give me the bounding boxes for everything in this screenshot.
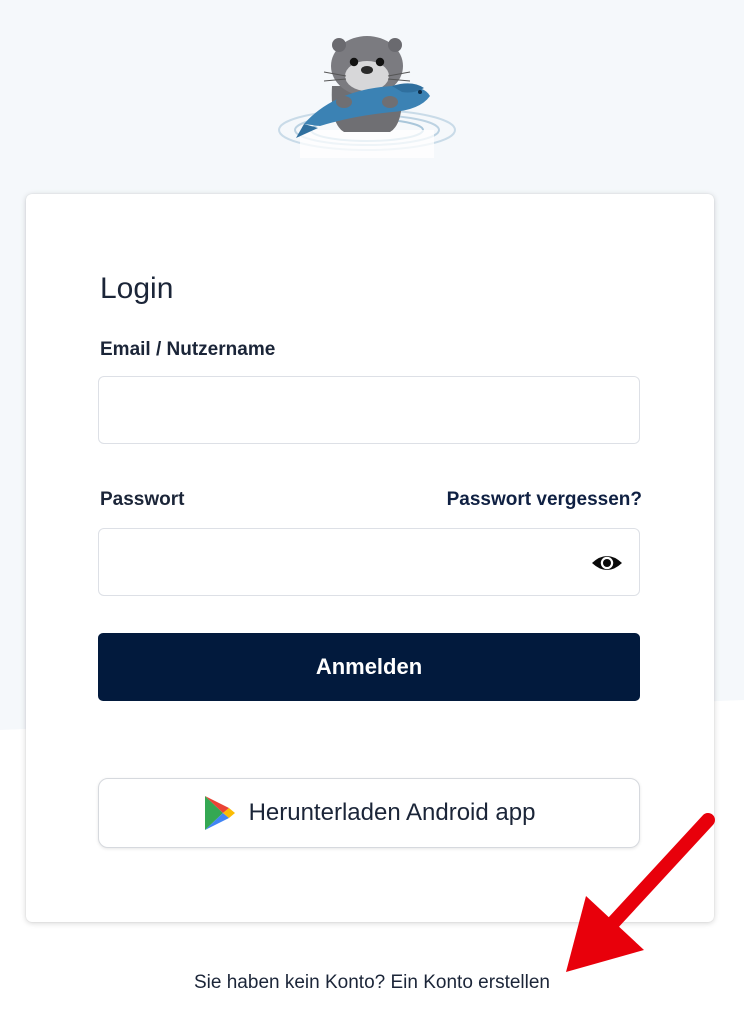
red-arrow-icon — [566, 813, 715, 972]
forgot-password-link[interactable]: Passwort vergessen? — [447, 489, 642, 511]
password-input[interactable] — [99, 529, 639, 595]
email-label: Email / Nutzername — [100, 339, 276, 360]
login-submit-button[interactable]: Anmelden — [98, 633, 640, 701]
eye-icon[interactable] — [591, 551, 623, 575]
signup-prompt: Sie haben kein Konto? — [194, 972, 386, 993]
create-account-link[interactable]: Ein Konto erstellen — [391, 972, 551, 993]
google-play-icon — [204, 796, 235, 830]
email-input[interactable] — [99, 377, 639, 443]
android-app-download-button[interactable]: Herunterladen Android app — [98, 778, 640, 848]
login-title: Login — [100, 272, 174, 305]
password-field-box — [98, 528, 640, 596]
otter-logo-icon — [278, 36, 456, 158]
android-app-label: Herunterladen Android app — [248, 799, 536, 826]
password-label: Passwort — [100, 489, 185, 510]
email-field-box — [98, 376, 640, 444]
